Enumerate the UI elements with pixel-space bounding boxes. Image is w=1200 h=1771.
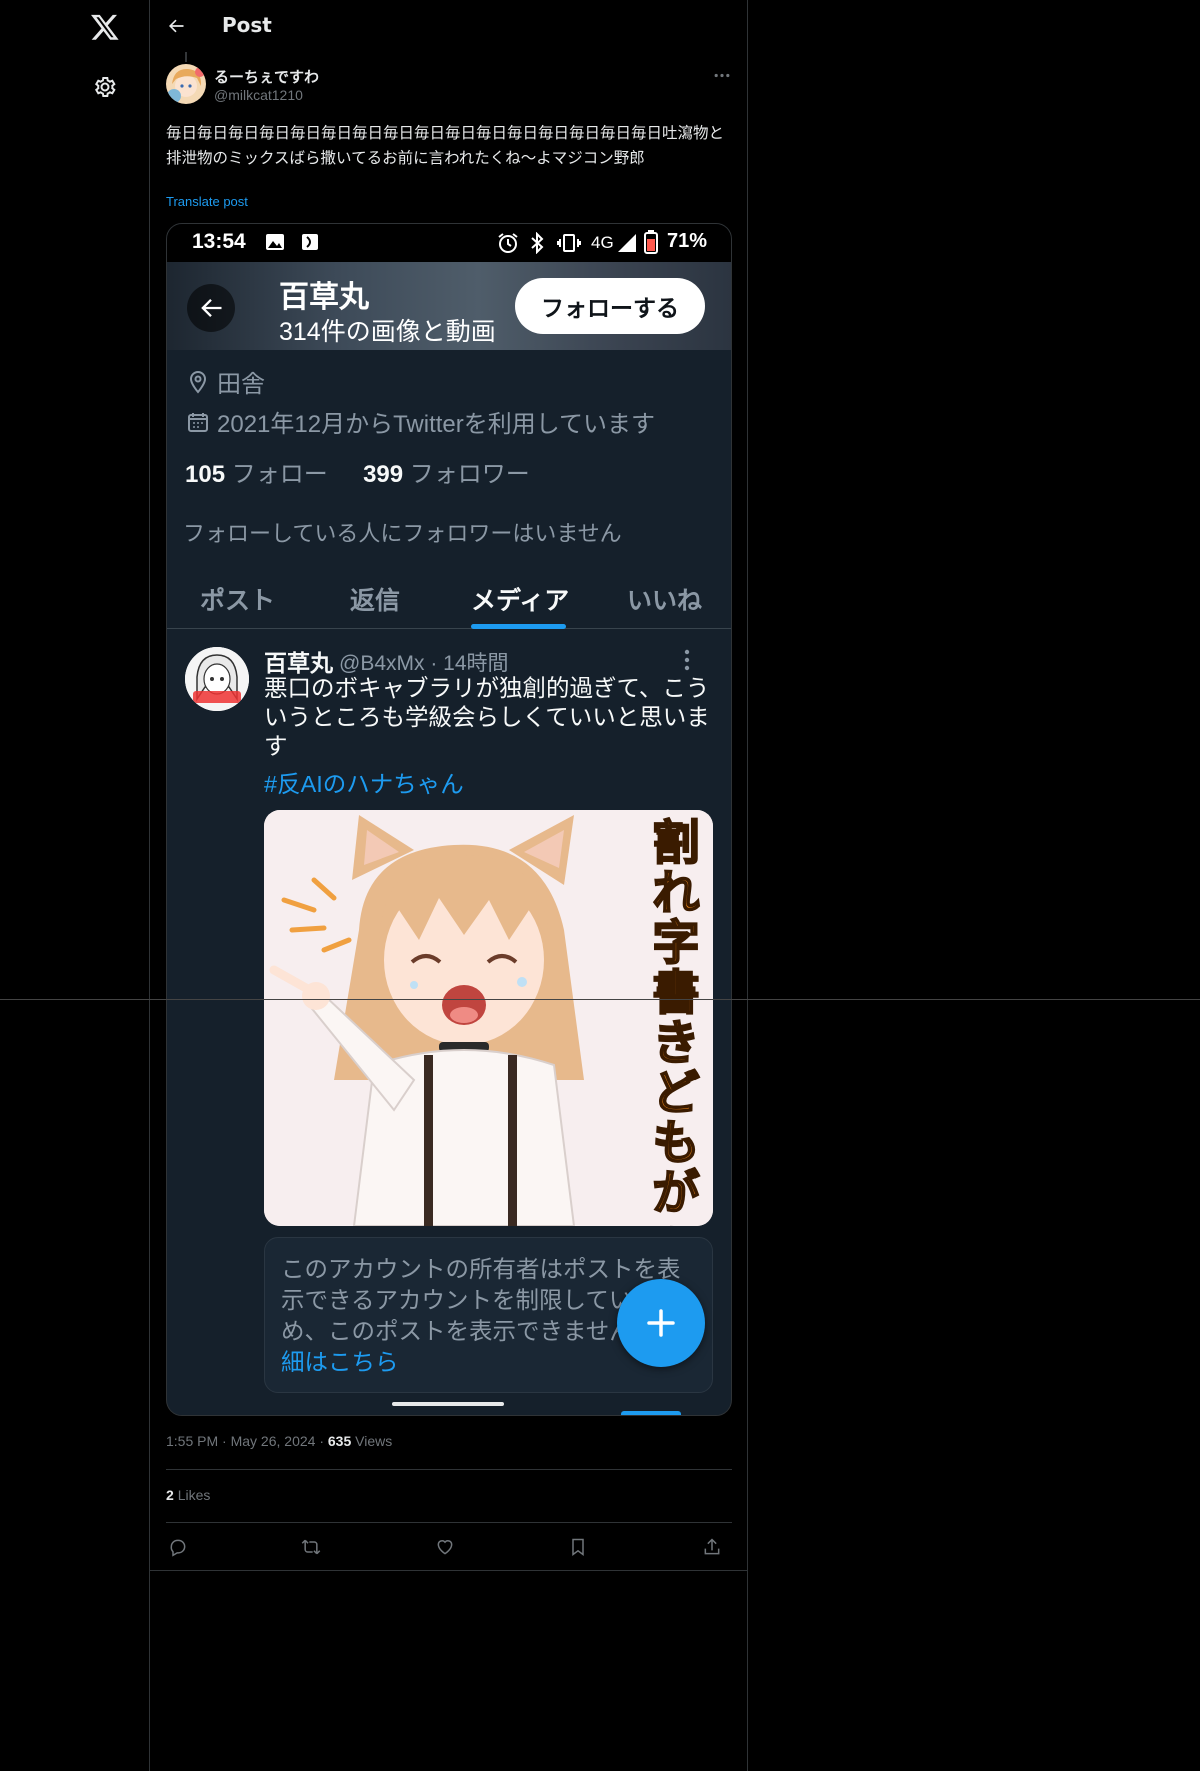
post-action-bar (166, 1535, 732, 1559)
signal-icon (618, 234, 636, 252)
compose-fab-button[interactable] (617, 1279, 705, 1367)
meta-separator: · (222, 1433, 231, 1449)
profile-media-count: 314件の画像と動画 (279, 318, 496, 346)
profile-follow-stats: 105 フォロー 399 フォロワー (185, 454, 530, 489)
inner-post-illustration: 割れ字書きどもがぁ (264, 810, 713, 1226)
divider (166, 1469, 732, 1470)
tab-posts[interactable]: ポスト (200, 581, 275, 617)
main-column: Post るーちぇですわ @milkcat1210 毎日毎日毎日毎日毎日毎日毎日… (150, 0, 748, 1771)
author-name[interactable]: るーちぇですわ (214, 66, 319, 87)
image-icon (266, 234, 284, 250)
no-mutual-followers: フォローしている人にフォロワーはいません (183, 521, 622, 546)
inner-post-avatar[interactable] (185, 647, 249, 711)
profile-name: 百草丸 (279, 281, 369, 314)
inner-post-text: 悪口のボキャブラリが独創的過ぎて、こういうところも学級会らしくていいと思います (264, 675, 710, 759)
nfc-icon (302, 234, 318, 250)
views-count: 635 (327, 1433, 352, 1449)
status-time: 13:54 (192, 230, 246, 253)
back-arrow-icon (169, 19, 184, 33)
post-text: 毎日毎日毎日毎日毎日毎日毎日毎日毎日毎日毎日毎日毎日毎日毎日毎日吐瀉物と排泄物の… (166, 124, 725, 167)
followers-label[interactable]: フォロワー (410, 461, 530, 488)
gear-icon[interactable] (93, 75, 117, 99)
meta-separator: · (319, 1433, 328, 1449)
inner-post-handle-time: @B4xMx · 14時間 (339, 652, 509, 675)
more-options-button[interactable] (711, 66, 733, 84)
profile-location: 田舎 (187, 364, 265, 399)
likes-count: 2 (166, 1487, 174, 1503)
alarm-icon (498, 233, 518, 253)
likes-label: Likes (177, 1487, 211, 1503)
cut-off-content (167, 1409, 731, 1415)
overlay-rule-line (0, 999, 1200, 1000)
profile-back-button[interactable] (187, 284, 235, 332)
phone-status-bar: 13:54 4G 71% (167, 224, 731, 262)
post-time[interactable]: 1:55 PM (166, 1433, 218, 1449)
inner-post-hashtag: #反AIのハナちゃん (264, 771, 464, 797)
post-header: Post (150, 0, 748, 53)
home-indicator (392, 1402, 504, 1406)
x-logo-icon[interactable] (90, 12, 120, 42)
back-arrow-icon (201, 299, 222, 317)
profile-joined-text: 2021年12月からTwitterを利用しています (217, 411, 656, 438)
active-tab-indicator (471, 624, 566, 629)
battery-percent: 71% (666, 230, 707, 252)
profile-banner: 百草丸 314件の画像と動画 フォローする (167, 262, 731, 350)
reply-icon (170, 1539, 186, 1557)
profile-joined: 2021年12月からTwitterを利用しています (187, 404, 655, 439)
location-pin-icon (189, 370, 207, 394)
share-icon (704, 1538, 720, 1555)
tab-media[interactable]: メディア (471, 581, 569, 617)
inner-post-more-icon (681, 648, 693, 672)
tab-likes[interactable]: いいね (627, 581, 702, 617)
profile-tabs: ポスト 返信 メディア いいね (167, 569, 731, 629)
divider (166, 1522, 732, 1523)
avatar[interactable] (166, 64, 206, 104)
back-button[interactable] (162, 12, 190, 40)
post-media-image[interactable]: 13:54 4G 71% 百草丸 314件の画像と動画 フォローする 田舎 20 (166, 223, 732, 1416)
cat-girl-illustration (264, 810, 713, 1226)
reply-button[interactable] (166, 1535, 190, 1559)
bookmark-icon (572, 1538, 584, 1556)
plus-icon (647, 1309, 675, 1337)
more-icon (714, 73, 730, 77)
calendar-icon (188, 412, 208, 432)
post-meta: 1:55 PM · May 26, 2024 · 635 Views (166, 1433, 392, 1449)
like-icon (437, 1540, 453, 1555)
thread-line (185, 52, 187, 62)
illustration-caption: 割れ字書きどもがぁ (652, 816, 701, 1227)
vibrate-icon (557, 234, 581, 252)
network-type: 4G (591, 233, 614, 252)
battery-icon (644, 230, 658, 254)
inner-post-author-name: 百草丸 (264, 650, 333, 676)
author-handle[interactable]: @milkcat1210 (214, 87, 303, 103)
divider (150, 1570, 748, 1571)
like-button[interactable] (433, 1535, 457, 1559)
post-date[interactable]: May 26, 2024 (231, 1433, 316, 1449)
likes-summary[interactable]: 2 Likes (166, 1487, 210, 1503)
followers-count: 399 (363, 461, 404, 488)
translate-post-link[interactable]: Translate post (166, 194, 248, 209)
tab-replies[interactable]: 返信 (350, 581, 400, 617)
bookmark-button[interactable] (566, 1535, 590, 1559)
profile-location-text: 田舎 (217, 371, 265, 398)
left-navigation (0, 0, 150, 1771)
repost-icon (301, 1539, 321, 1555)
bluetooth-icon (531, 232, 544, 254)
page-title: Post (222, 13, 272, 37)
follow-button[interactable]: フォローする (515, 278, 705, 334)
views-label: Views (355, 1433, 393, 1449)
share-button[interactable] (700, 1535, 724, 1559)
following-label[interactable]: フォロー (232, 461, 328, 488)
following-count: 105 (185, 461, 226, 488)
repost-button[interactable] (299, 1535, 323, 1559)
